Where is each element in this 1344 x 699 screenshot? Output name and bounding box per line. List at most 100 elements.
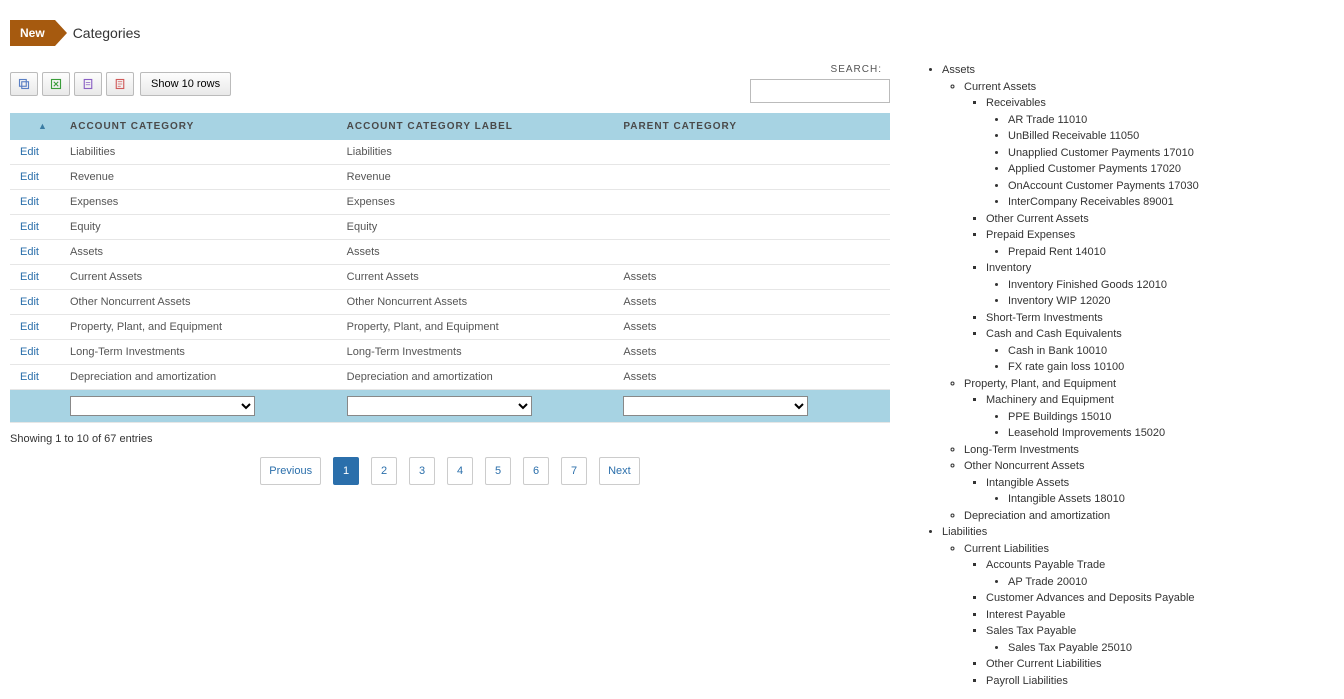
edit-link[interactable]: Edit: [20, 321, 39, 333]
search-input[interactable]: [750, 79, 890, 103]
next-button[interactable]: Next: [599, 457, 640, 485]
tree-node[interactable]: Cash and Cash Equivalents Cash in Bank 10…: [986, 326, 1334, 376]
cell-label: Long-Term Investments: [337, 340, 614, 365]
edit-link[interactable]: Edit: [20, 196, 39, 208]
tree-node[interactable]: Liabilities Current LiabilitiesAccounts P…: [942, 524, 1334, 689]
copy-icon-button[interactable]: [10, 72, 38, 96]
show-rows-button[interactable]: Show 10 rows: [140, 72, 231, 96]
tree-node-label: Cash and Cash Equivalents: [986, 328, 1122, 340]
tree-node[interactable]: Prepaid ExpensesPrepaid Rent 14010: [986, 227, 1334, 260]
page-2[interactable]: 2: [371, 457, 397, 485]
edit-link[interactable]: Edit: [20, 296, 39, 308]
cell-category: Revenue: [60, 165, 337, 190]
tree-node[interactable]: InterCompany Receivables 89001: [1008, 194, 1334, 211]
tree-node[interactable]: FX rate gain loss 10100: [1008, 359, 1334, 376]
tree-node[interactable]: OnAccount Customer Payments 17030: [1008, 178, 1334, 195]
tree-node[interactable]: Intangible Assets 18010: [1008, 491, 1334, 508]
tree-node[interactable]: Sales Tax Payable Sales Tax Payable 25010: [986, 623, 1334, 656]
table-row: Edit Long-Term InvestmentsLong-Term Inves…: [10, 340, 890, 365]
col-edit-header[interactable]: ▲: [10, 113, 60, 140]
col-parent-header[interactable]: PARENT CATEGORY: [613, 113, 890, 140]
edit-link[interactable]: Edit: [20, 371, 39, 383]
tree-node-label: Cash in Bank 10010: [1008, 345, 1107, 357]
tree-node-label: Current Assets: [964, 81, 1036, 93]
cell-category: Other Noncurrent Assets: [60, 290, 337, 315]
tree-node[interactable]: Inventory WIP 12020: [1008, 293, 1334, 310]
tree-node-label: Sales Tax Payable 25010: [1008, 642, 1132, 654]
tree-node[interactable]: Machinery and EquipmentPPE Buildings 150…: [986, 392, 1334, 442]
page-7[interactable]: 7: [561, 457, 587, 485]
page-6[interactable]: 6: [523, 457, 549, 485]
cell-parent: [613, 190, 890, 215]
tree-node[interactable]: Long-Term Investments: [964, 442, 1334, 459]
tree-node[interactable]: Short-Term Investments: [986, 310, 1334, 327]
tree-node[interactable]: Assets Current Assets ReceivablesAR Trade …: [942, 62, 1334, 524]
tree-node[interactable]: AR Trade 11010: [1008, 112, 1334, 129]
tree-node[interactable]: Leasehold Improvements 15020: [1008, 425, 1334, 442]
tree-node[interactable]: PPE Buildings 15010: [1008, 409, 1334, 426]
edit-link[interactable]: Edit: [20, 171, 39, 183]
tree-node[interactable]: UnBilled Receivable 11050: [1008, 128, 1334, 145]
cell-label: Equity: [337, 215, 614, 240]
col-label-header[interactable]: ACCOUNT CATEGORY LABEL: [337, 113, 614, 140]
tree-node[interactable]: Payroll Liabilities: [986, 673, 1334, 690]
tree-node[interactable]: InventoryInventory Finished Goods 12010I…: [986, 260, 1334, 310]
edit-link[interactable]: Edit: [20, 146, 39, 158]
tree-node[interactable]: Depreciation and amortization: [964, 508, 1334, 525]
tree-node[interactable]: Prepaid Rent 14010: [1008, 244, 1334, 261]
filter-label-select[interactable]: [347, 396, 532, 416]
export-csv-icon-button[interactable]: [74, 72, 102, 96]
page-3[interactable]: 3: [409, 457, 435, 485]
cell-category: Current Assets: [60, 265, 337, 290]
edit-link[interactable]: Edit: [20, 246, 39, 258]
tree-node-label: Intangible Assets 18010: [1008, 493, 1125, 505]
edit-link[interactable]: Edit: [20, 271, 39, 283]
cell-label: Property, Plant, and Equipment: [337, 315, 614, 340]
filter-parent-select[interactable]: [623, 396, 808, 416]
tree-node-label: Sales Tax Payable: [986, 625, 1076, 637]
tree-node[interactable]: Property, Plant, and Equipment Machinery …: [964, 376, 1334, 442]
tree-node[interactable]: Applied Customer Payments 17020: [1008, 161, 1334, 178]
tree-node-label: Property, Plant, and Equipment: [964, 378, 1116, 390]
cell-parent: Assets: [613, 315, 890, 340]
tree-node[interactable]: Other Current Liabilities: [986, 656, 1334, 673]
tree-node[interactable]: Intangible AssetsIntangible Assets 18010: [986, 475, 1334, 508]
tree-node-label: UnBilled Receivable 11050: [1008, 130, 1139, 142]
cell-label: Expenses: [337, 190, 614, 215]
tree-node-label: Liabilities: [942, 526, 987, 538]
cell-category: Long-Term Investments: [60, 340, 337, 365]
tree-node[interactable]: ReceivablesAR Trade 11010UnBilled Receiv…: [986, 95, 1334, 211]
tree-node[interactable]: Interest Payable: [986, 607, 1334, 624]
previous-button[interactable]: Previous: [260, 457, 321, 485]
tree-node-label: Applied Customer Payments 17020: [1008, 163, 1181, 175]
tree-node[interactable]: Cash in Bank 10010: [1008, 343, 1334, 360]
tree-node-label: Inventory Finished Goods 12010: [1008, 279, 1167, 291]
tree-node-label: Short-Term Investments: [986, 312, 1103, 324]
tree-node[interactable]: Sales Tax Payable 25010: [1008, 640, 1334, 657]
tree-node-label: Assets: [942, 64, 975, 76]
filter-category-select[interactable]: [70, 396, 255, 416]
export-excel-icon-button[interactable]: [42, 72, 70, 96]
tree-node[interactable]: Customer Advances and Deposits Payable: [986, 590, 1334, 607]
page-1[interactable]: 1: [333, 457, 359, 485]
tree-node-label: FX rate gain loss 10100: [1008, 361, 1124, 373]
edit-link[interactable]: Edit: [20, 346, 39, 358]
col-category-header[interactable]: ACCOUNT CATEGORY: [60, 113, 337, 140]
table-row: EditOther Noncurrent AssetsOther Noncurr…: [10, 290, 890, 315]
tree-node[interactable]: Accounts Payable TradeAP Trade 20010: [986, 557, 1334, 590]
tree-node[interactable]: Unapplied Customer Payments 17010: [1008, 145, 1334, 162]
page-5[interactable]: 5: [485, 457, 511, 485]
tree-node[interactable]: AP Trade 20010: [1008, 574, 1334, 591]
tree-node[interactable]: Other Current Assets: [986, 211, 1334, 228]
table-info: Showing 1 to 10 of 67 entries: [10, 433, 890, 445]
tree-node[interactable]: Current LiabilitiesAccounts Payable Trad…: [964, 541, 1334, 690]
tree-node[interactable]: Other Noncurrent AssetsIntangible Assets…: [964, 458, 1334, 508]
edit-link[interactable]: Edit: [20, 221, 39, 233]
export-pdf-icon-button[interactable]: [106, 72, 134, 96]
new-ribbon[interactable]: New: [10, 20, 55, 46]
cell-category: Depreciation and amortization: [60, 365, 337, 390]
tree-node[interactable]: Inventory Finished Goods 12010: [1008, 277, 1334, 294]
page-4[interactable]: 4: [447, 457, 473, 485]
table-row: EditEquityEquity: [10, 215, 890, 240]
tree-node[interactable]: Current Assets ReceivablesAR Trade 11010U…: [964, 79, 1334, 376]
